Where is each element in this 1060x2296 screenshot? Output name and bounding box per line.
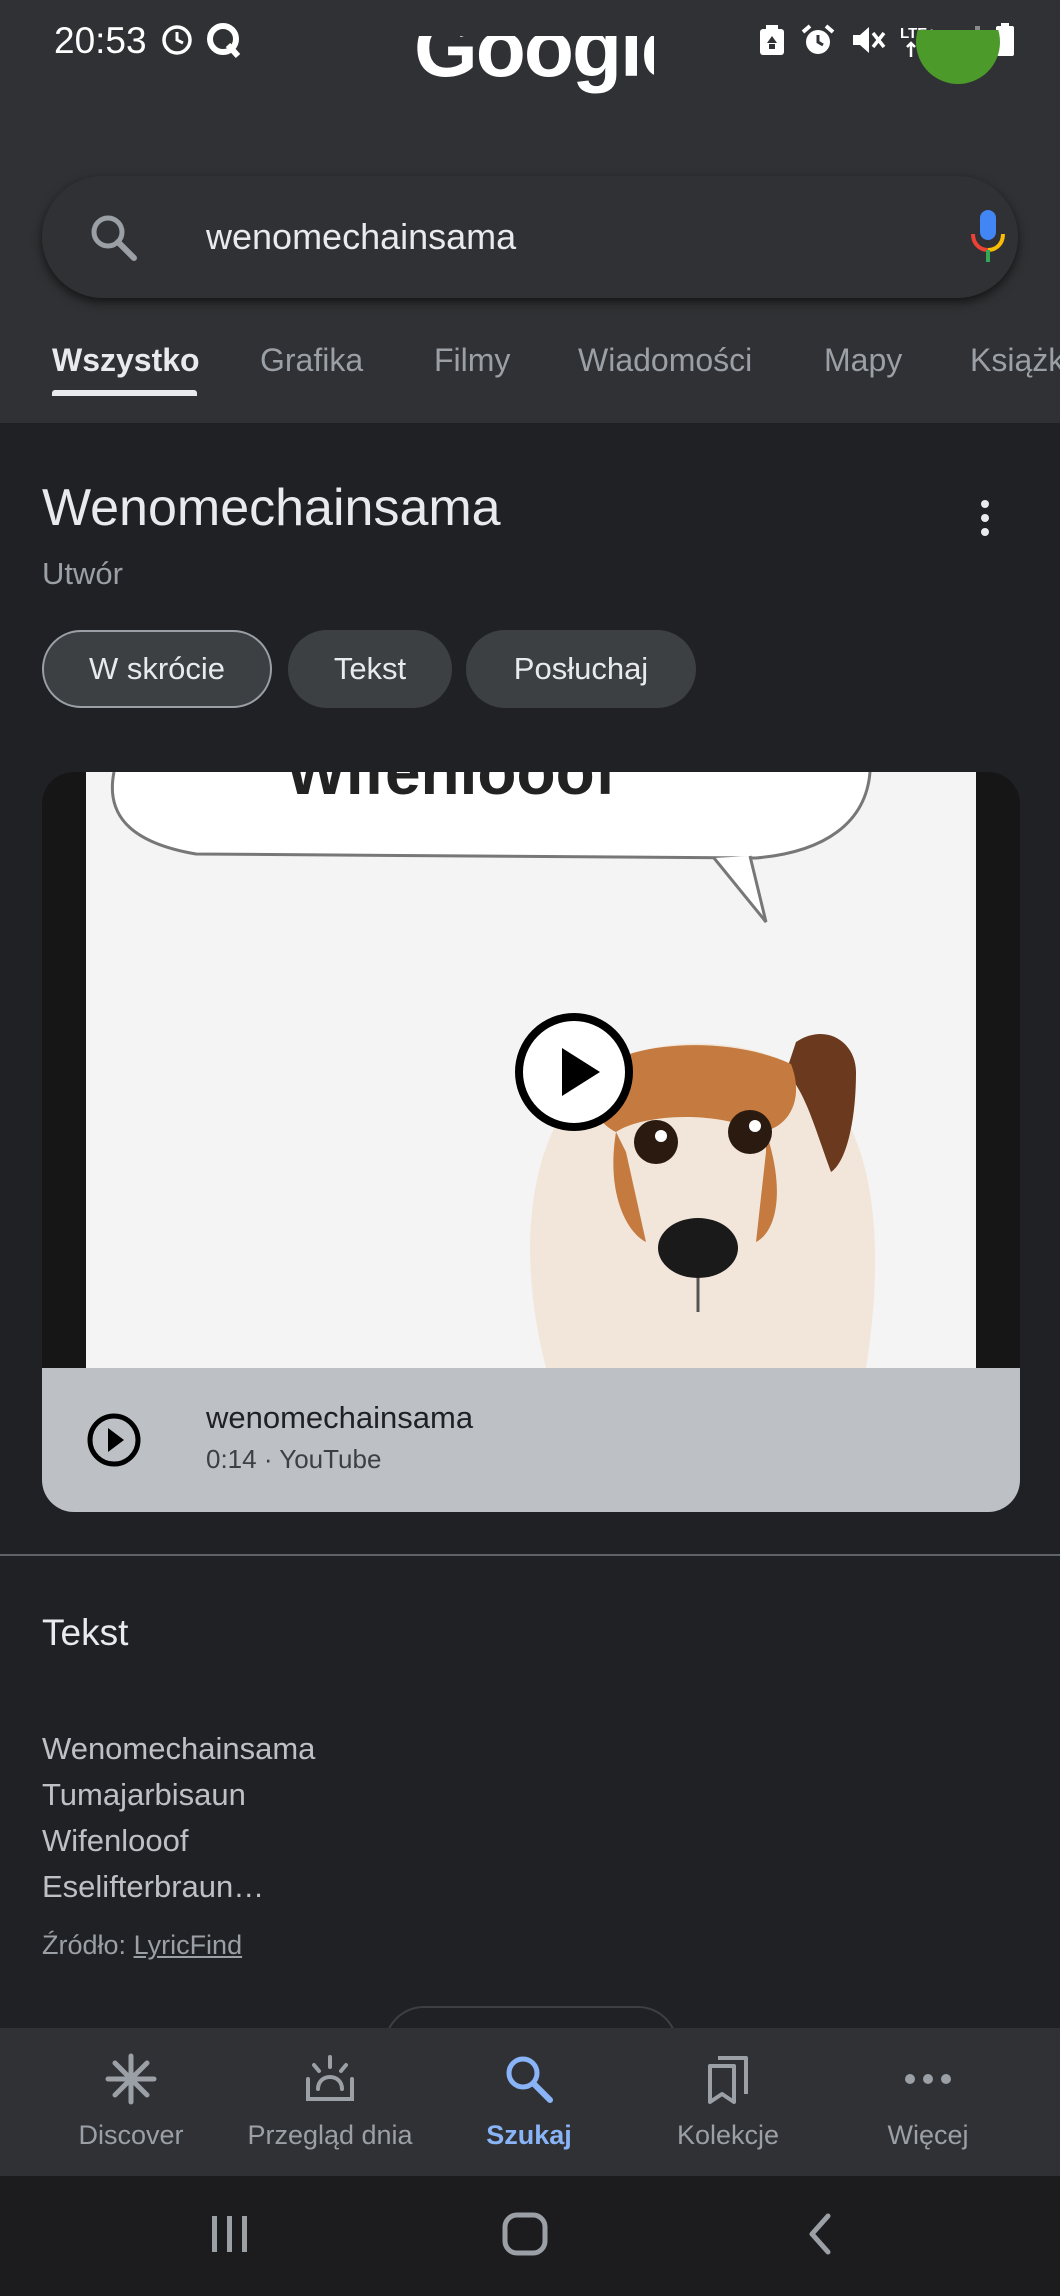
recycle-status-icon xyxy=(758,23,786,62)
active-tab-indicator xyxy=(52,390,197,396)
mute-icon xyxy=(850,23,886,62)
alarm-icon xyxy=(800,23,836,62)
tab-grafika[interactable]: Grafika xyxy=(260,342,363,379)
home-icon[interactable] xyxy=(500,2206,550,2267)
section-divider xyxy=(0,1554,1060,1556)
nav-kolekcje[interactable]: Kolekcje xyxy=(648,2028,808,2176)
header: 20:53 LTE+ xyxy=(0,0,1060,423)
knowledge-panel-subtitle: Utwór xyxy=(42,556,123,591)
nav-label: Przegląd dnia xyxy=(247,2120,413,2150)
nav-discover[interactable]: Discover xyxy=(50,2028,212,2176)
thumbnail-caption: Wifenlooof xyxy=(286,772,617,808)
search-icon[interactable] xyxy=(86,210,142,271)
tab-ksiazki[interactable]: Książki xyxy=(970,342,1060,379)
nav-przeglad-dnia[interactable]: Przegląd dnia xyxy=(230,2028,430,2176)
video-info-bar[interactable]: wenomechainsama 0:14 · YouTube xyxy=(42,1368,1020,1512)
chip-posluchaj[interactable]: Posłuchaj xyxy=(466,630,696,708)
nav-label: Discover xyxy=(78,2120,184,2150)
google-app-screen: 20:53 LTE+ xyxy=(0,0,1060,2296)
back-icon[interactable] xyxy=(800,2206,840,2267)
video-title[interactable]: wenomechainsama xyxy=(206,1400,473,1436)
q-app-icon xyxy=(204,20,244,65)
google-logo-text: Google xyxy=(414,36,654,94)
lyric-line: Wenomechainsama xyxy=(42,1731,316,1766)
tab-wiadomosci[interactable]: Wiadomości xyxy=(578,342,752,379)
lyrics-block: Wenomechainsama Tumajarbisaun Wifenlooof… xyxy=(42,1726,315,1910)
chip-w-skrocie[interactable]: W skrócie xyxy=(42,630,272,708)
video-card[interactable]: Wifenlooof wenomechainsama 0:14 · YouTub… xyxy=(42,772,1020,1512)
status-time: 20:53 xyxy=(54,20,147,61)
video-thumbnail[interactable]: Wifenlooof xyxy=(86,772,976,1368)
bookmarks-icon xyxy=(704,2050,752,2108)
more-dots-icon xyxy=(904,2050,952,2108)
account-avatar[interactable] xyxy=(916,30,1000,114)
nav-label: Kolekcje xyxy=(676,2120,780,2150)
recent-apps-icon[interactable] xyxy=(208,2206,252,2267)
search-icon xyxy=(503,2050,555,2108)
lyric-line: Eselifterbraun… xyxy=(42,1869,265,1904)
tab-wszystko[interactable]: Wszystko xyxy=(52,342,200,379)
lyric-line: Wifenlooof xyxy=(42,1823,189,1858)
clock-status-icon xyxy=(160,23,194,62)
play-circle-icon[interactable] xyxy=(86,1412,142,1473)
nav-szukaj[interactable]: Szukaj xyxy=(454,2028,604,2176)
more-options-icon[interactable] xyxy=(970,496,1000,540)
lyrics-heading: Tekst xyxy=(42,1612,129,1653)
chip-tekst[interactable]: Tekst xyxy=(288,630,452,708)
search-bar[interactable]: wenomechainsama xyxy=(42,176,1018,298)
lyrics-source: Źródło: LyricFind xyxy=(42,1930,242,1961)
nav-wiecej[interactable]: Więcej xyxy=(858,2028,998,2176)
avatar xyxy=(916,30,1000,84)
video-meta: 0:14 · YouTube xyxy=(206,1444,382,1474)
search-tabs: Wszystko Grafika Filmy Wiadomości Mapy K… xyxy=(0,330,1060,423)
lyric-line: Tumajarbisaun xyxy=(42,1777,246,1812)
status-left-icons xyxy=(160,20,244,65)
google-logo: Google xyxy=(414,36,654,120)
sunrise-icon xyxy=(302,2050,358,2108)
microphone-icon[interactable] xyxy=(968,208,1008,271)
system-navigation-bar xyxy=(0,2176,1060,2296)
tab-filmy[interactable]: Filmy xyxy=(434,342,510,379)
bottom-navigation: Discover Przegląd dnia Szukaj Kolekcje W… xyxy=(0,2028,1060,2176)
source-prefix: Źródło: xyxy=(42,1930,127,1960)
search-input[interactable]: wenomechainsama xyxy=(206,216,516,258)
knowledge-panel-title: Wenomechainsama xyxy=(42,479,501,537)
play-icon[interactable] xyxy=(514,1012,634,1137)
asterisk-icon xyxy=(105,2050,157,2108)
nav-label: Szukaj xyxy=(486,2120,572,2150)
nav-label: Więcej xyxy=(887,2120,969,2150)
source-link[interactable]: LyricFind xyxy=(134,1930,243,1960)
tab-mapy[interactable]: Mapy xyxy=(824,342,902,379)
